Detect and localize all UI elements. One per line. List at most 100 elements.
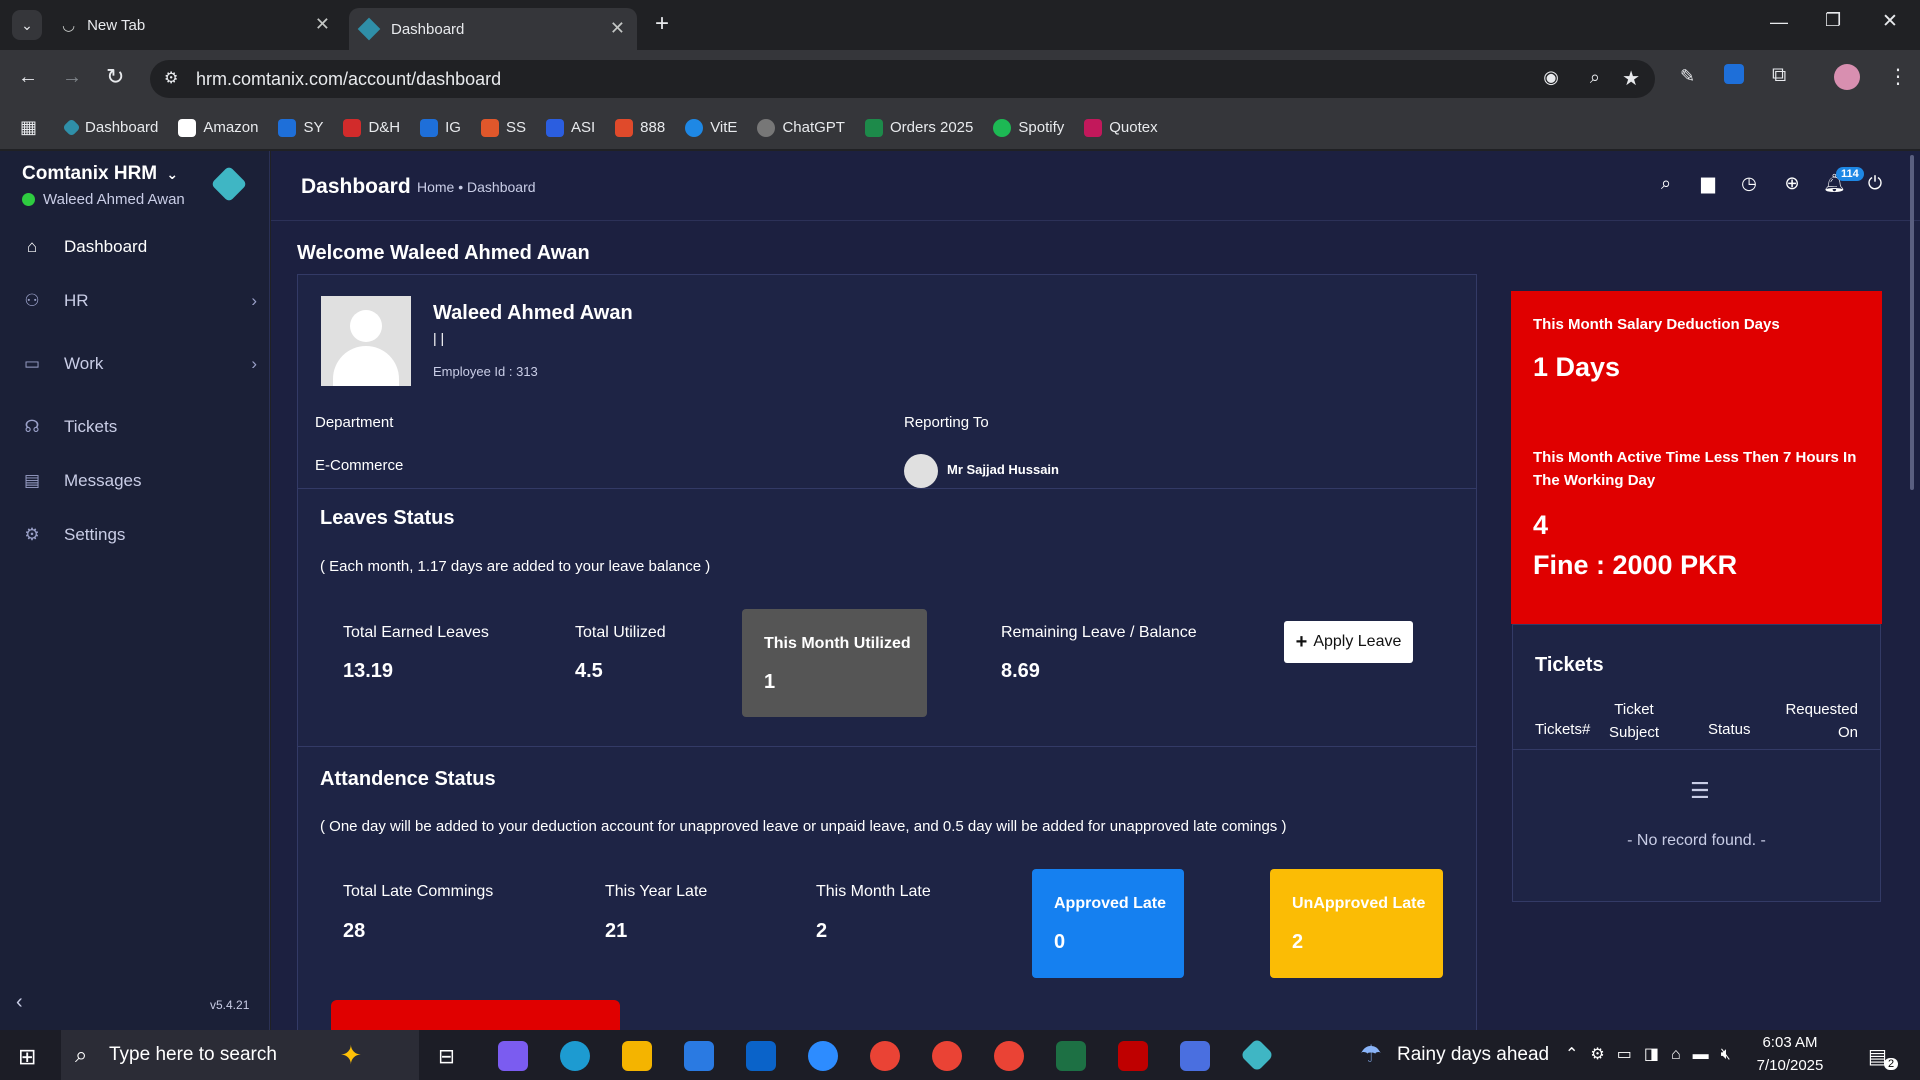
chrome-profile-2-icon[interactable] [994,1041,1024,1071]
bookmark-quotex[interactable]: Quotex [1084,118,1158,137]
outlook-icon[interactable] [746,1041,776,1071]
copilot-app-icon[interactable] [498,1041,528,1071]
chrome-profile-icon[interactable] [932,1041,962,1071]
task-view-icon[interactable]: ⊟ [438,1044,455,1069]
copilot-sparkle-icon[interactable]: ✦ [340,1040,362,1071]
calculator-icon[interactable] [1180,1041,1210,1071]
power-icon[interactable]: ⏻ [1864,173,1886,195]
filezilla-icon[interactable] [1118,1041,1148,1071]
app-name[interactable]: Comtanix HRM ⌄ [22,163,178,185]
sidebar-item-settings[interactable]: ⚙ Settings [22,525,257,545]
avatar-head-icon [350,310,382,342]
apps-grid-icon[interactable]: ▦ [20,117,37,138]
divider [1513,749,1880,750]
bookmark-sy[interactable]: SY [278,118,323,137]
search-icon[interactable]: ⌕ [1655,173,1677,195]
site-favicon-icon [357,17,381,41]
bookmark-dashboard[interactable]: Dashboard [62,118,158,137]
sidebar-item-messages[interactable]: ▤ Messages [22,471,257,491]
clock-date[interactable]: 7/10/2025 [1745,1057,1835,1074]
add-circle-icon[interactable]: ⊕ [1781,173,1803,195]
bookmark-label: Amazon [203,119,259,136]
chrome-icon[interactable] [870,1041,900,1071]
bookmark-ig[interactable]: IG [420,118,461,137]
zoom-icon[interactable]: ⌕ [1590,67,1600,88]
bookmark-favicon-icon [1084,118,1103,137]
active-time-value: 4 [1533,510,1549,540]
tracking-off-icon[interactable]: ◉ [1543,67,1559,88]
leaves-status-title: Leaves Status [320,507,455,529]
new-tab-plus-icon[interactable]: + [655,10,669,38]
minimize-icon[interactable]: — [1770,12,1788,33]
bookmark-ss[interactable]: SS [480,118,526,137]
apply-leave-button[interactable]: + Apply Leave [1284,621,1413,663]
forward-arrow-icon[interactable]: → [62,66,82,89]
tab-dashboard[interactable]: Dashboard ✕ [349,8,637,50]
weather-text[interactable]: Rainy days ahead [1397,1044,1549,1066]
window-close-icon[interactable]: ✕ [1882,10,1898,33]
bookmark-label: ChatGPT [782,119,845,136]
extensions-puzzle-icon[interactable]: ⧉ [1772,64,1786,87]
table-header-requested-on: Requested On [1785,701,1858,741]
bookmark-favicon-icon [480,118,499,137]
windows-start-icon[interactable]: ⊞ [18,1044,36,1070]
sidebar-item-hr[interactable]: ⚇ HR › [22,291,257,311]
sidebar-item-dashboard[interactable]: ⌂ Dashboard [22,237,257,257]
excel-icon[interactable] [1056,1041,1086,1071]
back-arrow-icon[interactable]: ← [18,66,38,89]
bookmark-spotify[interactable]: Spotify [993,118,1064,137]
weather-rain-icon: ☂ [1360,1041,1382,1068]
kebab-menu-icon[interactable]: ⋮ [1888,64,1908,89]
approved-late-card[interactable] [1032,869,1184,978]
edge-icon[interactable] [560,1041,590,1071]
sidebar-item-work[interactable]: ▭ Work › [22,354,257,374]
bookmark-favicon-icon [420,118,439,137]
bookmark-chatgpt[interactable]: ChatGPT [757,118,845,137]
extension-icon[interactable] [1724,64,1744,84]
breadcrumb[interactable]: Home • Dashboard [417,179,536,195]
zoom-icon[interactable] [808,1041,838,1071]
salary-deduction-label: This Month Salary Deduction Days [1533,316,1780,333]
home-icon: ⌂ [26,237,38,256]
users-icon: ⚇ [24,291,40,310]
bookmark-favicon-icon [864,118,883,137]
month-late-label: This Month Late [816,883,931,900]
bookmark-amazon[interactable]: Amazon [178,118,259,137]
bookmark-orders-2025[interactable]: Orders 2025 [864,118,973,137]
taskbar-search[interactable]: Type here to search [61,1030,419,1080]
sidebar-item-label: HR [64,291,89,310]
bookmark-label: 888 [640,119,666,136]
bookmark-dh[interactable]: D&H [343,118,400,137]
user-name: Waleed Ahmed Awan [43,191,185,208]
restore-icon[interactable]: ❐ [1825,10,1841,31]
tab-search-chevron-icon[interactable]: ⌄ [12,10,42,40]
reload-icon[interactable]: ↻ [106,64,124,90]
reporting-to-value[interactable]: Mr Sajjad Hussain [947,462,1059,477]
notes-icon[interactable]: ▆ [1697,173,1719,195]
bookmark-vite[interactable]: VitE [685,118,737,137]
close-tab-icon[interactable]: ✕ [610,18,625,39]
clock-icon[interactable]: ◷ [1738,173,1760,195]
apply-leave-label: Apply Leave [1313,633,1402,650]
employee-id: Employee Id : 313 [433,364,538,379]
sidebar-item-tickets[interactable]: ☊ Tickets [22,417,257,437]
collapse-sidebar-icon[interactable]: ‹ [16,991,23,1014]
list-check-icon: ☰ [1690,778,1710,803]
clock-time[interactable]: 6:03 AM [1745,1034,1835,1051]
profile-avatar[interactable] [1834,64,1860,90]
store-icon[interactable] [684,1041,714,1071]
close-tab-icon[interactable]: ✕ [315,14,330,35]
page-scrollbar[interactable] [1910,155,1914,490]
bookmark-888[interactable]: 888 [615,118,666,137]
file-explorer-icon[interactable] [622,1041,652,1071]
unapproved-late-label: UnApproved Late [1292,895,1426,912]
unapproved-late-card[interactable] [1270,869,1443,978]
avatar-body-icon [333,346,399,386]
bookmark-asi[interactable]: ASI [545,118,595,137]
extension-feather-icon[interactable]: ✎ [1680,66,1695,87]
address-bar[interactable]: ⚙ hrm.comtanix.com/account/dashboard ◉ ⌕… [150,60,1655,98]
site-info-icon[interactable]: ⚙ [164,68,178,88]
system-tray-icons[interactable]: ⌃⚙▭◨⌂▬🔇︎ [1565,1044,1743,1064]
bookmark-star-icon[interactable]: ★ [1622,66,1640,91]
tab-new-tab[interactable]: ◡ New Tab ✕ [50,8,342,42]
